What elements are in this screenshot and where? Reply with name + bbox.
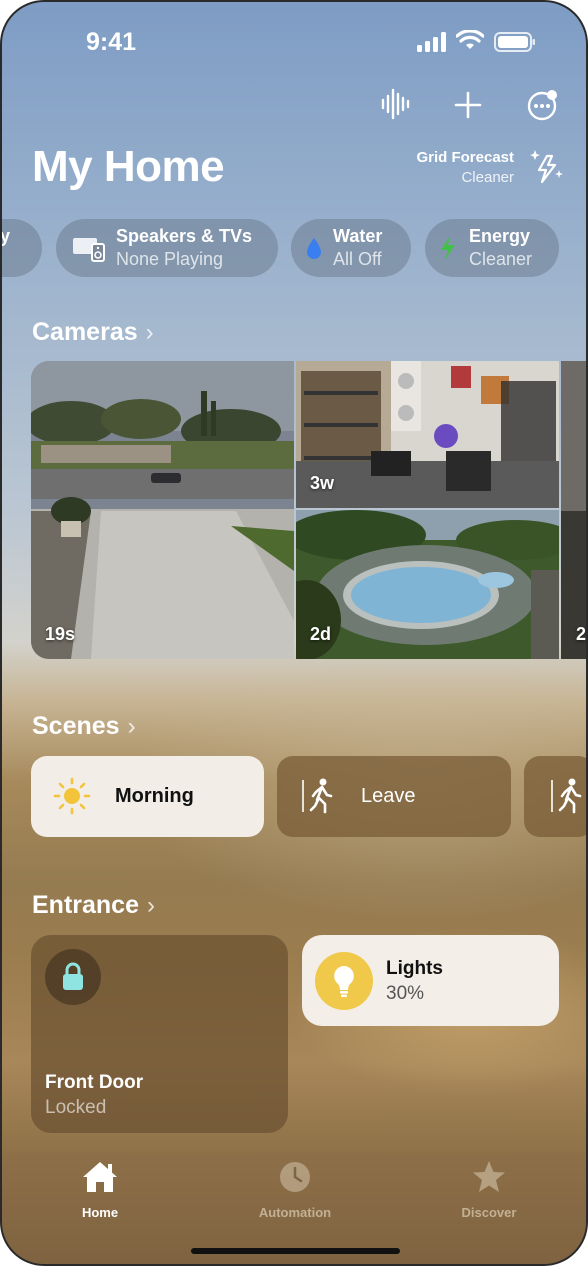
camera-age-garage: 3w — [310, 473, 335, 493]
chip-water-label: Water — [333, 226, 383, 246]
walking-person-icon — [302, 778, 333, 814]
chip-partial-label: y — [0, 226, 11, 246]
front-door-name: Front Door — [45, 1072, 144, 1093]
status-time: 9:41 — [86, 28, 137, 56]
cameras-heading-label: Cameras — [32, 318, 138, 346]
scene-morning-label: Morning — [115, 785, 194, 807]
lights-name: Lights — [386, 958, 443, 979]
pool-thumbnail — [296, 510, 559, 659]
garage-thumbnail — [296, 361, 559, 508]
chip-speakers-tvs[interactable]: Speakers & TVs None Playing — [56, 219, 278, 277]
tab-home[interactable]: Home — [45, 1160, 155, 1220]
scene-leave[interactable]: Leave — [277, 756, 511, 837]
partial-camera-thumbnail — [561, 361, 586, 659]
lock-icon — [63, 962, 83, 990]
lock-icon-badge — [45, 949, 101, 1005]
plus-icon[interactable] — [453, 88, 483, 120]
front-door-state: Locked — [45, 1097, 107, 1118]
lightbulb-icon — [334, 966, 354, 997]
front-door-tile[interactable]: Front Door Locked — [31, 935, 288, 1133]
sparkle-lightning-icon[interactable] — [529, 148, 563, 186]
cellular-signal-icon — [417, 32, 446, 52]
more-icon[interactable] — [526, 88, 560, 122]
water-drop-icon — [307, 238, 321, 259]
camera-feed-driveway[interactable]: 19s — [31, 361, 294, 659]
home-indicator — [191, 1248, 400, 1254]
lights-tile[interactable]: Lights 30% — [302, 935, 559, 1026]
battery-icon — [494, 32, 535, 52]
tab-discover[interactable]: Discover — [434, 1160, 544, 1220]
driveway-thumbnail — [31, 361, 294, 659]
chip-water-subtitle: All Off — [333, 249, 382, 269]
scenes-heading-label: Scenes — [32, 712, 120, 740]
chip-speakers-label: Speakers & TVs — [116, 226, 253, 246]
status-bar: 9:41 — [2, 26, 586, 60]
lights-state: 30% — [386, 983, 425, 1004]
waveform-icon[interactable] — [380, 88, 410, 120]
chip-energy-subtitle: Cleaner — [469, 249, 533, 269]
camera-feed-pool[interactable]: 2d — [296, 510, 559, 659]
tab-automation-label: Automation — [258, 1205, 332, 1220]
camera-age-driveway: 19s — [45, 624, 76, 644]
grid-forecast-subtitle: Cleaner — [461, 169, 514, 186]
chip-speakers-subtitle: None Playing — [116, 249, 224, 269]
chip-energy[interactable]: Energy Cleaner — [425, 219, 559, 277]
category-chips: y Speakers & TVs None Playing Water All … — [2, 219, 586, 277]
walking-person-icon — [551, 778, 582, 814]
wifi-icon — [456, 30, 484, 49]
chevron-right-icon: › — [145, 319, 154, 346]
entrance-heading-label: Entrance — [32, 891, 139, 919]
house-icon — [83, 1162, 117, 1192]
scenes-heading[interactable]: Scenes › — [32, 712, 136, 741]
chip-water[interactable]: Water All Off — [291, 219, 411, 277]
speakers-tv-icon — [73, 238, 105, 262]
camera-feed-partial[interactable]: 2 — [561, 361, 587, 659]
star-icon — [473, 1161, 505, 1192]
chevron-right-icon: › — [146, 892, 155, 919]
tab-discover-label: Discover — [461, 1205, 517, 1220]
chip-partial[interactable]: y — [0, 219, 42, 277]
clock-icon — [280, 1162, 310, 1192]
chevron-right-icon: › — [127, 713, 136, 740]
scene-partial[interactable] — [524, 756, 586, 837]
camera-grid: 19s 3w 2d 2 — [31, 361, 587, 659]
grid-forecast-title: Grid Forecast — [416, 149, 514, 166]
scene-leave-label: Leave — [361, 785, 416, 807]
grid-forecast[interactable]: Grid Forecast Cleaner — [416, 149, 514, 186]
camera-age-pool: 2d — [310, 624, 332, 644]
tab-automation[interactable]: Automation — [240, 1160, 350, 1220]
chip-energy-label: Energy — [469, 226, 531, 246]
scene-morning[interactable]: Morning — [31, 756, 264, 837]
cameras-heading[interactable]: Cameras › — [32, 318, 154, 347]
sun-icon — [53, 777, 91, 815]
page-title: My Home — [32, 142, 225, 191]
entrance-heading[interactable]: Entrance › — [32, 891, 155, 920]
camera-age-partial: 2 — [576, 624, 587, 644]
lightning-icon — [441, 236, 455, 260]
tab-home-label: Home — [81, 1205, 119, 1220]
camera-feed-garage[interactable]: 3w — [296, 361, 559, 508]
lightbulb-icon-badge — [315, 952, 373, 1010]
phone-screen: 9:41 My Home Grid Forecast Cleaner y Spe… — [0, 0, 588, 1266]
